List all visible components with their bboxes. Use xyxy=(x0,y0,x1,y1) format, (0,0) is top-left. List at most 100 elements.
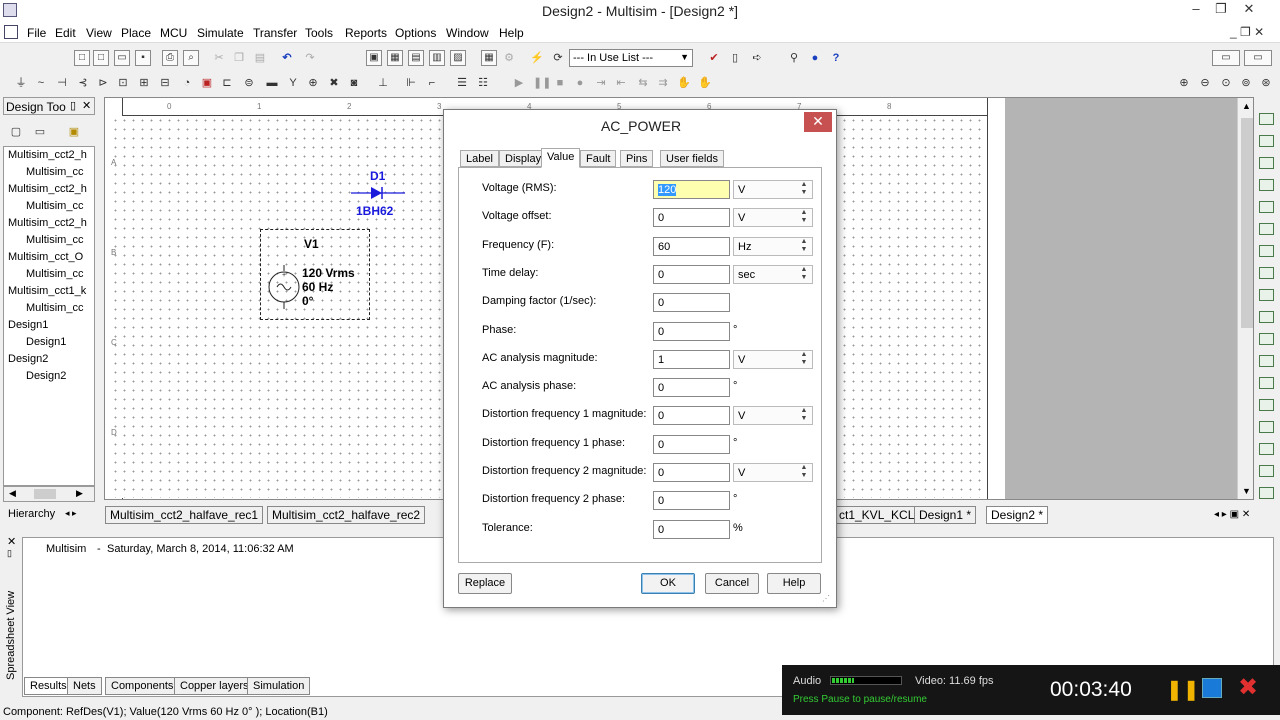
replace-button[interactable]: Replace xyxy=(458,573,512,594)
tree-item[interactable]: Multisim_cc xyxy=(8,302,90,314)
doc-tab[interactable]: Design1 * xyxy=(914,506,977,524)
menu-tools[interactable]: Tools xyxy=(305,26,333,40)
redo-icon[interactable]: ↷ xyxy=(303,51,317,65)
folder-icon[interactable]: ▣ xyxy=(67,125,81,139)
menu-edit[interactable]: Edit xyxy=(55,26,76,40)
undo-icon[interactable]: ↶ xyxy=(280,51,294,65)
tree-item[interactable]: Multisim_cct2_h xyxy=(8,183,90,195)
mdi-controls[interactable]: _ ❐ ✕ xyxy=(1230,25,1264,39)
diode-symbol[interactable] xyxy=(351,184,405,202)
canvas-vscrollbar[interactable]: ▲ ▼ xyxy=(1237,98,1253,499)
rf-icon[interactable]: Y xyxy=(286,76,300,90)
tab-fault[interactable]: Fault xyxy=(580,150,617,167)
param-value-input[interactable]: 0 xyxy=(653,293,730,312)
param-value-input[interactable]: 0 xyxy=(653,491,730,510)
tree-item[interactable]: Multisim_cc xyxy=(8,268,90,280)
misc-digital-icon[interactable]: ⊟ xyxy=(158,76,172,90)
diode-refdes[interactable]: D1 xyxy=(370,169,385,183)
connector-icon[interactable]: ⌐ xyxy=(425,76,439,90)
fullscreen-icon[interactable]: ▣ xyxy=(366,50,382,66)
new-design-icon[interactable]: □ xyxy=(93,50,109,66)
tree-item[interactable]: Multisim_cc xyxy=(8,200,90,212)
tab-label[interactable]: Label xyxy=(460,150,499,167)
tree-item[interactable]: Design1 xyxy=(8,336,90,348)
tree-item[interactable]: Multisim_cct1_k xyxy=(8,285,90,297)
bus-icon[interactable]: ⊩ xyxy=(404,76,418,90)
bom-icon[interactable]: ▦ xyxy=(481,50,497,66)
agilent-fg-icon[interactable] xyxy=(1259,421,1274,433)
step-out-icon[interactable]: ⇆ xyxy=(636,76,650,90)
tab-copper-layers[interactable]: Copper layers xyxy=(174,677,255,695)
menu-view[interactable]: View xyxy=(86,26,112,40)
tab-value[interactable]: Value xyxy=(541,148,581,168)
logic-analyzer-icon[interactable] xyxy=(1259,289,1274,301)
tab-nav-icon[interactable]: ◂ ▸ ▣ ✕ xyxy=(1214,509,1250,520)
param-value-input[interactable]: 0 xyxy=(653,520,730,539)
menu-file[interactable]: File xyxy=(27,26,46,40)
spinner-arrows-icon[interactable]: ▲ ▼ xyxy=(797,238,811,255)
find-icon[interactable]: ⚲ xyxy=(787,51,801,65)
spinner-arrows-icon[interactable]: ▲ ▼ xyxy=(797,181,811,198)
counter-icon[interactable] xyxy=(1259,245,1274,257)
menu-window[interactable]: Window xyxy=(446,26,489,40)
tab-components[interactable]: Components xyxy=(105,677,180,695)
electromech-icon[interactable]: ⊕ xyxy=(306,76,320,90)
close-icon[interactable]: ✕ xyxy=(7,535,16,548)
agilent-osc-icon[interactable] xyxy=(1259,465,1274,477)
pause-icon[interactable]: ❚❚ xyxy=(533,76,551,90)
step-over-icon[interactable]: ⇤ xyxy=(614,76,628,90)
run-to-cursor-icon[interactable]: ⇉ xyxy=(656,76,670,90)
postprocess-icon[interactable]: ⚙ xyxy=(502,51,516,65)
close-button[interactable]: ✕ xyxy=(1226,1,1272,19)
view-toggle-icon[interactable]: ▭ xyxy=(1212,50,1240,66)
menu-simulate[interactable]: Simulate xyxy=(197,26,244,40)
source-refdes[interactable]: V1 xyxy=(304,237,319,251)
menu-options[interactable]: Options xyxy=(395,26,436,40)
diode-icon[interactable]: ⊣ xyxy=(55,76,69,90)
resistor-icon[interactable]: ~ xyxy=(34,76,48,90)
close-icon[interactable]: ✕ xyxy=(82,99,91,112)
param-value-input[interactable]: 1 xyxy=(653,350,730,369)
tab-nets[interactable]: Nets xyxy=(67,677,102,695)
tab-scroll-icon[interactable]: ◂ ▸ xyxy=(65,508,77,519)
cut-icon[interactable]: ✂ xyxy=(212,51,226,65)
menu-reports[interactable]: Reports xyxy=(345,26,387,40)
iv-analyzer-icon[interactable] xyxy=(1259,333,1274,345)
grid-icon[interactable]: ▦ xyxy=(387,50,403,66)
spinner-arrows-icon[interactable]: ▲ ▼ xyxy=(797,351,811,368)
list2-icon[interactable]: ☷ xyxy=(476,76,490,90)
ok-button[interactable]: OK xyxy=(641,573,695,594)
tree-item[interactable]: Multisim_cct2_h xyxy=(8,217,90,229)
menu-transfer[interactable]: Transfer xyxy=(253,26,297,40)
clear-erc-icon[interactable]: ▯ xyxy=(728,51,742,65)
menu-place[interactable]: Place xyxy=(121,26,151,40)
open-icon[interactable]: ▭ xyxy=(114,50,130,66)
graph-icon[interactable]: ▨ xyxy=(450,50,466,66)
copy-icon[interactable]: ❐ xyxy=(232,51,246,65)
doc-tab-active[interactable]: Design2 * xyxy=(986,506,1049,524)
view-toggle2-icon[interactable]: ▭ xyxy=(1244,50,1272,66)
param-value-input[interactable]: 0 xyxy=(653,435,730,454)
scroll-up-icon[interactable]: ▲ xyxy=(1242,101,1251,111)
advanced-icon[interactable]: ▬ xyxy=(265,76,279,90)
wattmeter-icon[interactable] xyxy=(1259,157,1274,169)
zoom-area-icon[interactable]: ⊙ xyxy=(1219,76,1233,90)
spectrum-analyzer-icon[interactable] xyxy=(1259,377,1274,389)
in-use-list-dropdown[interactable]: --- In Use List --- ▼ xyxy=(569,49,693,67)
param-value-input[interactable]: 0 xyxy=(653,463,730,482)
tree-item[interactable]: Design2 xyxy=(8,353,90,365)
run-icon[interactable]: ▶ xyxy=(512,76,526,90)
oscilloscope-icon[interactable] xyxy=(1259,179,1274,191)
resize-grip-icon[interactable]: ⋰ xyxy=(822,594,830,603)
step-into-icon[interactable]: ⇥ xyxy=(594,76,608,90)
scroll-thumb[interactable] xyxy=(34,489,56,499)
bode-plotter-icon[interactable] xyxy=(1259,223,1274,235)
tree-item[interactable]: Design2 xyxy=(8,370,90,382)
zoom-out-icon[interactable]: ⊖ xyxy=(1198,76,1212,90)
dialog-close-button[interactable]: ✕ xyxy=(804,112,832,132)
oscilloscope4-icon[interactable] xyxy=(1259,201,1274,213)
tab-simulation[interactable]: Simulation xyxy=(247,677,311,695)
spinner-arrows-icon[interactable]: ▲ ▼ xyxy=(797,407,811,424)
word-generator-icon[interactable] xyxy=(1259,267,1274,279)
param-value-input[interactable]: 0 xyxy=(653,208,730,227)
